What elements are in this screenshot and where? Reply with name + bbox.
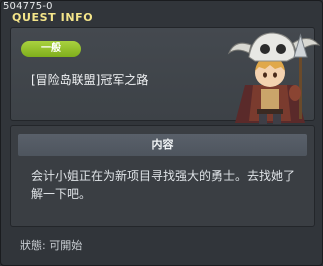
window-title: QUEST INFO (12, 11, 94, 24)
quest-description: 会计小姐正在为新项目寻找强大的勇士。去找她了解一下吧。 (31, 169, 296, 201)
quest-name: [冒险岛联盟]冠军之路 (31, 73, 149, 87)
content-header: 内容 (18, 134, 307, 156)
npc-portrait-icon (227, 32, 321, 124)
category-badge: 一般 (21, 41, 81, 57)
quest-status: 狀態: 可開始 (20, 239, 83, 252)
quest-info-window: 504775-0 QUEST INFO 一般 [冒险岛联盟]冠军之路 内容 会计 (0, 0, 323, 266)
